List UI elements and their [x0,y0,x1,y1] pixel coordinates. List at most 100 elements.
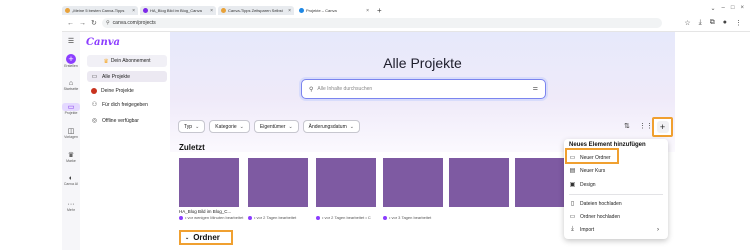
recent-design-thumbnail[interactable] [449,158,509,207]
browser-tab[interactable]: „Meine 5 besten Canva-Tipps × [62,6,138,15]
chevron-right-icon: › [657,226,659,233]
rail-more[interactable]: ··· Mehr [62,201,80,212]
chevron-down-icon: ⌄ [239,123,244,130]
menu-item-import[interactable]: ⤓ Import › [569,224,663,235]
rail-projects[interactable]: ▭ Projekte [62,103,80,115]
sidebar-item-all-projects[interactable]: ▭ Alle Projekte [87,71,167,82]
edited-time: • vor 2 Tagen bearbeitet • C [322,215,371,220]
close-tab-icon[interactable]: × [132,8,135,14]
close-tab-icon[interactable]: × [288,8,291,14]
maximize-icon[interactable]: □ [731,5,735,12]
menu-item-design[interactable]: ▣ Design [569,179,663,190]
edited-time: • vor 3 Tagen bearbeitet [389,215,432,220]
filter-type[interactable]: Typ ⌄ [178,120,206,133]
tab-title: „Meine 5 besten Canva-Tipps [72,8,125,13]
filter-sliders-icon[interactable]: ⚌ [533,85,538,92]
avatar [248,215,252,220]
sidebar-item-label: Deine Projekte [101,87,134,94]
highlight-new-folder [565,148,619,164]
recent-design-thumbnail[interactable] [179,158,239,207]
sidebar-item-your-projects[interactable]: Deine Projekte [87,85,167,96]
sidebar-item-offline[interactable]: ◎ Offline verfügbar [87,115,167,126]
projects-sidebar: Canva ♛ Dein Abonnement ▭ Alle Projekte … [80,32,170,250]
extensions-icon[interactable]: ⧉ [710,19,715,27]
rail-create[interactable]: + Erstellen [62,54,80,68]
tab-title: Canva-Tipps Zeitsparen Selbst [228,8,283,13]
recent-design-thumbnail[interactable] [248,158,308,207]
design-caption[interactable]: HA_Blog Bild im Blog_C... [179,209,231,214]
rail-brand[interactable]: ♛ Marke [62,151,80,163]
bookmark-star-icon[interactable]: ☆ [684,19,690,27]
search-input[interactable]: ⚲ Alle Inhalte durchsuchen ⚌ [301,79,546,99]
tab-favicon-icon [143,8,148,13]
filter-category[interactable]: Kategorie ⌄ [209,120,250,133]
browser-tab[interactable]: HA_Blog Bild im Blog_Canva × [140,6,216,15]
templates-icon: ◫ [67,128,75,135]
address-bar[interactable]: ⚲ canva.com/projects [102,18,662,28]
menu-item-label: Dateien hochladen [580,200,622,207]
rail-label: Startseite [63,87,79,91]
menu-divider [569,194,663,195]
sidebar-item-shared[interactable]: ⚇ Für dich freigegeben [87,99,167,110]
sort-icon[interactable]: ⇅ [624,122,630,130]
new-tab-button[interactable]: + [377,6,382,15]
recent-design-thumbnail[interactable] [383,158,443,207]
canva-logo[interactable]: Canva [86,37,120,48]
crown-icon: ♛ [103,58,109,65]
browser-tab-active[interactable]: Projekte – Canva × [296,6,372,15]
add-new-button[interactable]: + [652,117,673,137]
home-icon: ⌂ [68,80,74,87]
rail-label: Projekte [64,111,78,115]
chevron-down-icon: ⌄ [195,123,200,130]
ai-icon: ◐ [68,175,74,182]
avatar [383,215,387,220]
filter-date-modified[interactable]: Änderungsdatum ⌄ [302,120,360,133]
rail-canva-ai[interactable]: ◐ Canva AI [62,175,80,186]
tab-search-icon[interactable]: ⌄ [710,5,715,12]
grid-view-icon[interactable]: ⋮⋮ [639,122,653,130]
close-window-icon[interactable]: × [740,5,744,12]
folder-icon: ▭ [62,103,80,111]
design-icon: ▣ [569,182,576,188]
tab-favicon-icon [65,8,70,13]
menu-item-upload-folder[interactable]: ▭ Ordner hochladen [569,211,663,222]
menu-item-new-course[interactable]: ▤ Neuer Kurs [569,165,663,176]
page-title: Alle Projekte [383,55,462,71]
plus-icon: + [656,121,669,133]
edited-time: • vor wenigen Minuten bearbeitet [185,215,244,220]
profile-icon[interactable]: ● [723,19,727,27]
filter-owner[interactable]: Eigentümer ⌄ [253,120,299,133]
close-tab-icon[interactable]: × [210,8,213,14]
browser-tab[interactable]: Canva-Tipps Zeitsparen Selbst × [218,6,294,15]
browser-toolbar: ← → ↻ ⚲ canva.com/projects ☆ ⤓ ⧉ ● ⋮ [62,15,750,32]
download-icon[interactable]: ⤓ [699,19,702,27]
rail-label: Vorlagen [64,135,78,139]
subscription-button[interactable]: ♛ Dein Abonnement [87,55,167,67]
reload-icon[interactable]: ↻ [91,19,97,27]
close-tab-icon[interactable]: × [366,8,369,14]
recent-heading: Zuletzt [179,143,205,152]
recent-design-thumbnail[interactable] [316,158,376,207]
search-icon: ⚲ [309,86,314,93]
avatar [316,215,320,220]
menu-item-upload-files[interactable]: ▯ Dateien hochladen [569,198,663,209]
filter-label: Typ [184,123,193,130]
design-meta: • vor 2 Tagen bearbeitet [248,215,296,220]
course-icon: ▤ [569,168,576,174]
menu-icon[interactable]: ⋮ [735,19,742,27]
back-icon[interactable]: ← [67,20,74,27]
avatar [179,215,183,220]
people-icon: ⚇ [91,102,98,108]
menu-item-label: Neuer Kurs [580,167,606,174]
forward-icon[interactable]: → [79,20,86,27]
chevron-down-icon: ⌄ [349,123,354,130]
folders-section-toggle[interactable]: ⌄ Ordner [179,230,233,245]
design-meta: • vor 2 Tagen bearbeitet • C [316,215,371,220]
rail-templates[interactable]: ◫ Vorlagen [62,127,80,139]
site-info-icon[interactable]: ⚲ [106,20,110,26]
rail-menu-toggle[interactable]: ☰ [62,37,80,45]
minimize-icon[interactable]: – [722,5,725,12]
offline-icon: ◎ [91,118,98,124]
chevron-down-icon: ⌄ [185,234,190,241]
rail-home[interactable]: ⌂ Startseite [62,80,80,91]
